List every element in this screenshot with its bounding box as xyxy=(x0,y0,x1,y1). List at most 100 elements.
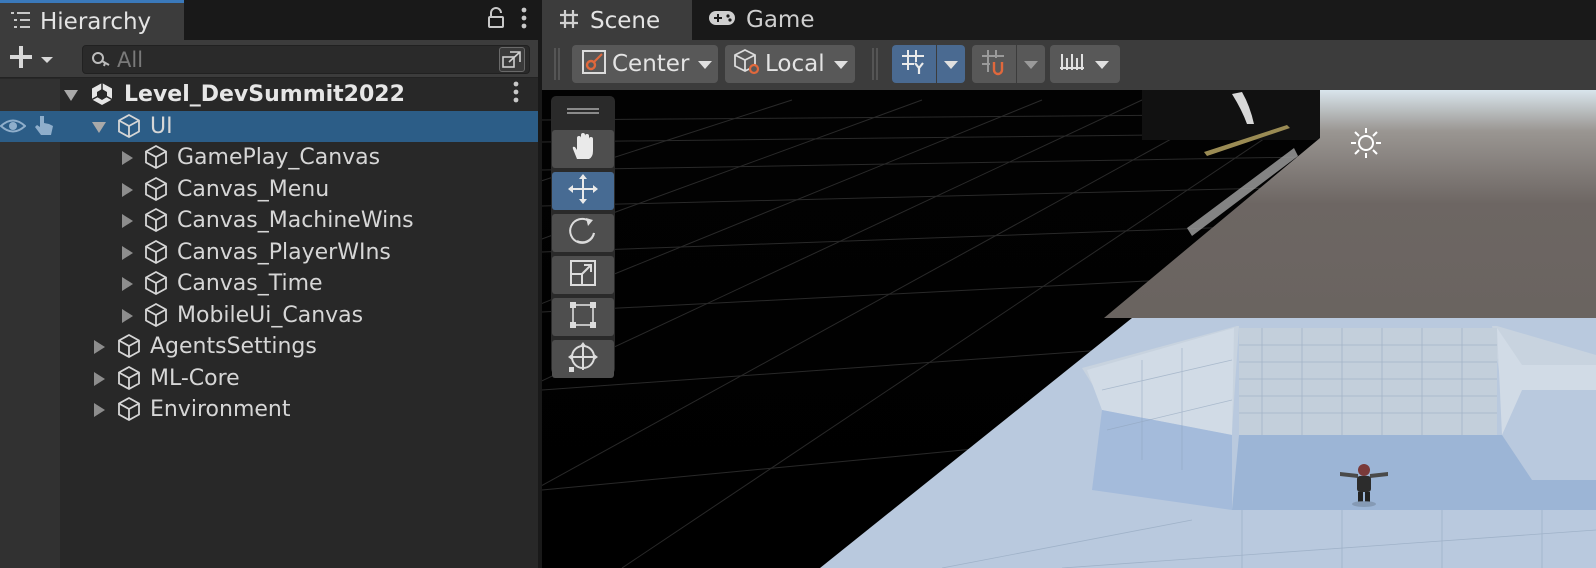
search-input[interactable] xyxy=(117,46,487,73)
gameobject-cube-icon xyxy=(143,176,169,202)
chevron-down-icon xyxy=(697,55,713,74)
tree-item-label: Canvas_Menu xyxy=(177,177,330,202)
scale-icon xyxy=(567,257,599,293)
unity-scene-icon xyxy=(89,81,115,107)
tab-hierarchy[interactable]: Hierarchy xyxy=(0,0,184,40)
list-icon xyxy=(10,10,32,34)
expand-arrow-icon[interactable] xyxy=(91,119,107,135)
move-tool-button[interactable] xyxy=(552,172,614,210)
rotate-icon xyxy=(567,215,599,251)
tree-item-label: Canvas_Time xyxy=(177,271,323,296)
expand-arrow-icon[interactable] xyxy=(119,245,135,261)
grid-snap-icon xyxy=(900,48,928,80)
expand-arrow-icon[interactable] xyxy=(91,402,107,418)
gameobject-cube-icon xyxy=(143,270,169,296)
rotate-tool-button[interactable] xyxy=(552,214,614,252)
pointing-hand-icon[interactable] xyxy=(32,114,56,142)
transform-combo-icon xyxy=(566,340,600,378)
move-arrows-icon xyxy=(566,172,600,210)
expand-arrow-icon[interactable] xyxy=(91,371,107,387)
gameobject-cube-icon xyxy=(143,302,169,328)
tree-item-canvas-menu[interactable]: Canvas_Menu xyxy=(0,174,538,205)
tree-item-label: Canvas_PlayerWIns xyxy=(177,240,391,265)
more-options-icon[interactable] xyxy=(520,7,528,33)
expand-arrow-icon[interactable] xyxy=(119,150,135,166)
tool-palette xyxy=(551,96,615,378)
chevron-down-icon xyxy=(833,55,849,74)
tree-item-label: GamePlay_Canvas xyxy=(177,145,381,170)
expand-arrow-icon[interactable] xyxy=(119,276,135,292)
scene-viewport[interactable] xyxy=(542,90,1596,568)
hierarchy-tab-bar: Hierarchy xyxy=(0,0,538,40)
scene-root-row[interactable]: Level_DevSummit2022 xyxy=(0,79,538,110)
expand-arrow-icon[interactable] xyxy=(63,87,79,103)
tree-item-label: Level_DevSummit2022 xyxy=(124,82,405,107)
chevron-down-icon xyxy=(40,50,54,69)
tree-item-canvas-machinewins[interactable]: Canvas_MachineWins xyxy=(0,205,538,236)
game-tab-label: Game xyxy=(746,7,815,33)
tree-item-ui[interactable]: UI xyxy=(0,111,538,142)
hierarchy-tree: Level_DevSummit2022 UI GamePlay_Canvas C… xyxy=(0,79,538,568)
chevron-down-icon xyxy=(1094,55,1110,74)
grid-snapping-dropdown[interactable] xyxy=(937,45,965,83)
expand-arrow-icon[interactable] xyxy=(119,182,135,198)
tree-item-label: MobileUi_Canvas xyxy=(177,303,364,328)
transform-tool-button[interactable] xyxy=(552,340,614,378)
tab-scene[interactable]: Scene xyxy=(542,0,692,40)
chevron-down-icon xyxy=(943,55,959,74)
tree-item-canvas-playerwins[interactable]: Canvas_PlayerWIns xyxy=(0,237,538,268)
toolbar-grip[interactable] xyxy=(872,48,878,80)
increment-snap-toggle[interactable] xyxy=(972,45,1016,83)
scale-tool-button[interactable] xyxy=(552,256,614,294)
search-field[interactable] xyxy=(82,45,530,74)
tree-item-label: AgentsSettings xyxy=(150,334,317,359)
tree-item-agentssettings[interactable]: AgentsSettings xyxy=(0,331,538,362)
tree-item-mobileui-canvas[interactable]: MobileUi_Canvas xyxy=(0,300,538,331)
toolbar-grip[interactable] xyxy=(554,48,560,80)
expand-arrow-icon[interactable] xyxy=(119,213,135,229)
tree-item-canvas-time[interactable]: Canvas_Time xyxy=(0,268,538,299)
chevron-down-icon xyxy=(1023,55,1039,74)
magnet-snap-icon xyxy=(980,48,1008,80)
gamepad-icon xyxy=(708,8,736,32)
gameobject-cube-icon xyxy=(116,333,142,359)
grid-snapping-toggle[interactable] xyxy=(892,45,936,83)
pivot-center-icon xyxy=(580,48,608,80)
pivot-mode-label: Center xyxy=(612,51,690,77)
plus-icon xyxy=(8,44,34,74)
eye-icon[interactable] xyxy=(0,114,27,142)
gameobject-cube-icon xyxy=(116,113,142,139)
tree-item-environment[interactable]: Environment xyxy=(0,394,538,425)
search-window-icon[interactable] xyxy=(499,47,525,72)
scene-options-icon[interactable] xyxy=(512,81,520,107)
snap-settings-dropdown[interactable] xyxy=(1050,45,1120,83)
pivot-mode-dropdown[interactable]: Center xyxy=(572,45,718,83)
pivot-space-dropdown[interactable]: Local xyxy=(725,45,855,83)
tree-item-label: Canvas_MachineWins xyxy=(177,208,414,233)
tree-item-ml-core[interactable]: ML-Core xyxy=(0,363,538,394)
tree-item-label: Environment xyxy=(150,397,291,422)
increment-snap-dropdown[interactable] xyxy=(1017,45,1045,83)
gameobject-cube-icon xyxy=(143,207,169,233)
tree-item-label: ML-Core xyxy=(150,366,240,391)
gameobject-cube-icon xyxy=(116,365,142,391)
search-icon xyxy=(91,50,111,74)
hand-tool-button[interactable] xyxy=(552,130,614,168)
expand-arrow-icon[interactable] xyxy=(91,339,107,355)
scene-tab-bar: Scene Game xyxy=(542,0,1596,40)
palette-drag-handle[interactable] xyxy=(567,108,599,114)
scene-panel: Scene Game Center Local xyxy=(542,0,1596,568)
scene-rendering xyxy=(542,90,1596,568)
local-space-icon xyxy=(733,48,761,80)
add-object-button[interactable] xyxy=(8,45,60,73)
lock-icon[interactable] xyxy=(486,7,506,33)
scene-tab-label: Scene xyxy=(590,8,661,34)
rect-tool-button[interactable] xyxy=(552,298,614,336)
tree-item-gameplay-canvas[interactable]: GamePlay_Canvas xyxy=(0,142,538,173)
hierarchy-tab-label: Hierarchy xyxy=(40,8,152,35)
gameobject-cube-icon xyxy=(143,239,169,265)
expand-arrow-icon[interactable] xyxy=(119,308,135,324)
tab-game[interactable]: Game xyxy=(696,0,816,40)
hand-icon xyxy=(567,131,599,167)
pivot-space-label: Local xyxy=(765,51,825,77)
